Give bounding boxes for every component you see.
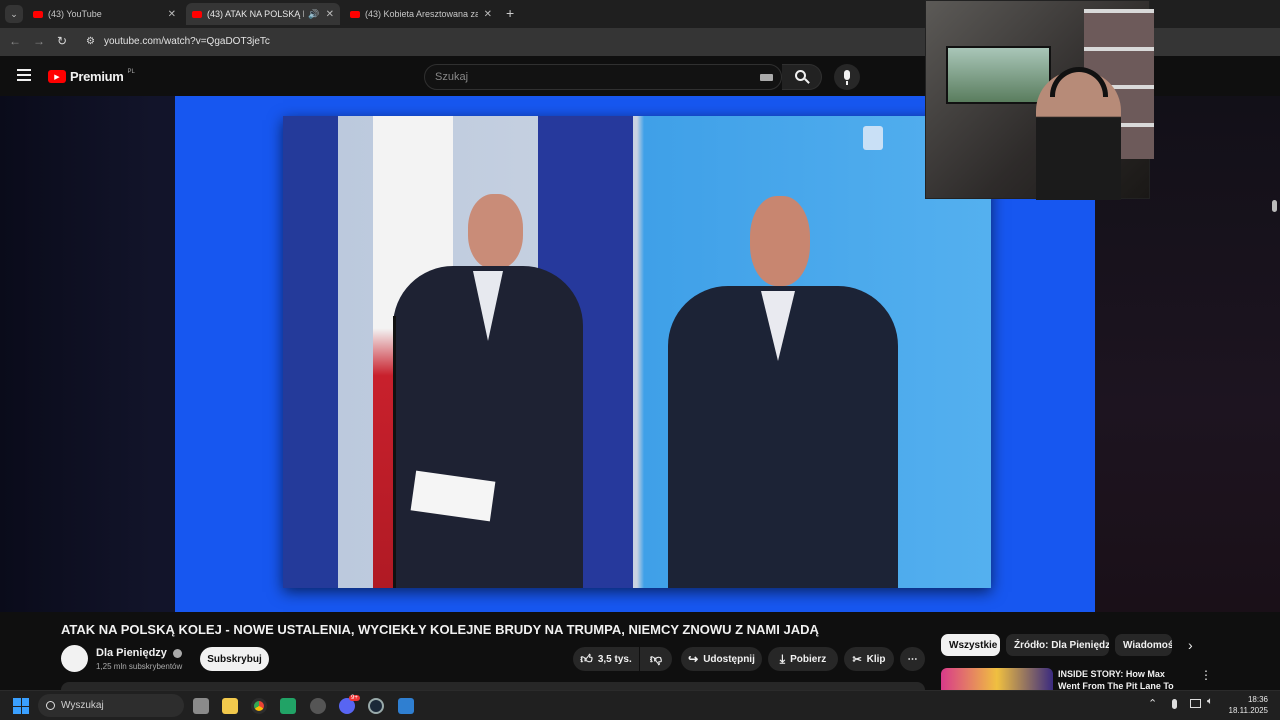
youtube-favicon-icon [350, 10, 360, 18]
person-left-head [468, 194, 523, 269]
channel-name-text: Dla Pieniędzy [96, 647, 167, 659]
download-icon: ⤓ [779, 651, 786, 666]
logo-region: PL [127, 68, 135, 75]
tab-atak[interactable]: (43) ATAK NA POLSKĄ KOL 🔊 ✕ [186, 3, 340, 25]
clock-time: 18:36 [1247, 695, 1268, 704]
scissors-icon: ✂ [852, 653, 862, 666]
taskbar-search[interactable]: Wyszukaj [38, 694, 184, 717]
tab-youtube[interactable]: (43) YouTube ✕ [27, 3, 182, 25]
close-tab-icon[interactable]: ✕ [326, 9, 334, 20]
download-label: Pobierz [790, 653, 827, 665]
excel-icon[interactable] [280, 698, 296, 714]
youtube-play-icon: ▶ [48, 70, 66, 83]
search-icon [46, 701, 55, 710]
close-tab-icon[interactable]: ✕ [484, 9, 492, 20]
keyboard-icon[interactable] [760, 74, 773, 81]
download-button[interactable]: ⤓ Pobierz [768, 647, 838, 671]
aquarium [946, 46, 1051, 104]
search-button[interactable] [782, 64, 822, 90]
share-icon: ↪ [688, 652, 699, 666]
new-tab-icon[interactable]: + [506, 5, 514, 21]
logo-text: Premium [70, 69, 124, 84]
video-frame-photo [283, 116, 991, 588]
network-icon[interactable] [1190, 699, 1201, 708]
dislike-button[interactable]: 👎︎ [640, 647, 672, 671]
tab-title: (43) ATAK NA POLSKĄ KOL [207, 9, 304, 19]
file-explorer-icon[interactable] [222, 698, 238, 714]
microphone-left [393, 316, 396, 588]
close-tab-icon[interactable]: ✕ [168, 9, 176, 20]
steam-icon[interactable] [368, 698, 384, 714]
back-icon[interactable]: ← [9, 34, 21, 48]
tab-kobieta[interactable]: (43) Kobieta Aresztowana za Uj ✕ [344, 3, 498, 25]
tab-title: (43) Kobieta Aresztowana za Uj [365, 9, 478, 19]
chevron-up-icon[interactable]: ⌃ [1148, 697, 1157, 710]
youtube-favicon-icon [33, 10, 43, 18]
tab-list-button[interactable]: ⌄ [5, 5, 23, 23]
verified-icon [172, 648, 182, 658]
kprm-logo [863, 126, 883, 150]
search-placeholder: Szukaj [435, 71, 469, 83]
volume-icon[interactable]: 🔈︎ [1207, 696, 1213, 707]
chevron-right-icon[interactable]: › [1188, 637, 1193, 653]
microphone-button[interactable] [834, 64, 860, 90]
chrome-icon[interactable] [251, 698, 267, 714]
recommended-more-icon[interactable]: ⋮ [1200, 668, 1212, 682]
menu-icon[interactable] [17, 69, 31, 81]
like-count: 3,5 tys. [597, 653, 632, 665]
tab-title: (43) YouTube [48, 9, 102, 19]
obs-icon[interactable] [310, 698, 326, 714]
taskbar-search-label: Wyszukaj [61, 700, 104, 711]
windows-taskbar: Wyszukaj 9+ ⌃ 🔈︎ 18:36 18.11.2025 [0, 690, 1280, 720]
clip-button[interactable]: ✂ Klip [844, 647, 894, 671]
channel-avatar[interactable] [61, 645, 88, 672]
system-clock[interactable]: 18:36 18.11.2025 [1229, 694, 1268, 716]
more-actions-button[interactable]: ⋯ [900, 647, 925, 671]
like-button[interactable]: 👍︎ 3,5 tys. [573, 647, 639, 671]
more-icon: ⋯ [907, 653, 918, 665]
chip-source-channel[interactable]: Źródło: Dla Pieniędzy [1006, 634, 1109, 656]
recommended-thumbnail[interactable] [941, 668, 1053, 692]
thumbs-up-icon: 👍︎ [580, 651, 593, 666]
chip-all[interactable]: Wszystkie [941, 634, 1000, 656]
thumbs-down-icon: 👎︎ [649, 651, 663, 666]
subscribe-button[interactable]: Subskrybuj [200, 647, 269, 671]
webcam-overlay [925, 0, 1154, 200]
microphone-icon [844, 70, 850, 80]
person-right-head [750, 196, 810, 286]
share-label: Udostępnij [703, 653, 755, 665]
clock-date: 18.11.2025 [1228, 706, 1268, 715]
reload-icon[interactable]: ↻ [57, 34, 67, 48]
app-icon[interactable] [398, 698, 414, 714]
windows-start-icon[interactable] [13, 698, 29, 714]
video-title: ATAK NA POLSKĄ KOLEJ - NOWE USTALENIA, W… [61, 622, 819, 637]
channel-name[interactable]: Dla Pieniędzy [96, 647, 182, 659]
scrollbar-thumb[interactable] [1272, 200, 1277, 212]
search-input[interactable]: Szukaj [424, 64, 782, 90]
task-view-icon[interactable] [193, 698, 209, 714]
forward-icon[interactable]: → [33, 34, 45, 48]
chip-news[interactable]: Wiadomości [1115, 634, 1172, 656]
youtube-favicon-icon [192, 10, 202, 18]
clip-label: Klip [866, 653, 886, 665]
speaker-icon[interactable]: 🔊 [308, 9, 319, 20]
mic-tray-icon[interactable] [1172, 699, 1177, 709]
subscriber-count: 1,25 mln subskrybentów [96, 662, 183, 671]
recommended-title[interactable]: INSIDE STORY: How Max Went From The Pit … [1058, 668, 1188, 690]
youtube-logo[interactable]: ▶ Premium PL [48, 69, 135, 84]
eu-flag-left [283, 116, 338, 588]
share-button[interactable]: ↪ Udostępnij [681, 647, 762, 671]
site-info-icon[interactable]: ⚙ [86, 36, 95, 47]
url-field[interactable]: youtube.com/watch?v=QgaDOT3jeTc [104, 36, 270, 47]
discord-badge: 9+ [349, 695, 360, 701]
